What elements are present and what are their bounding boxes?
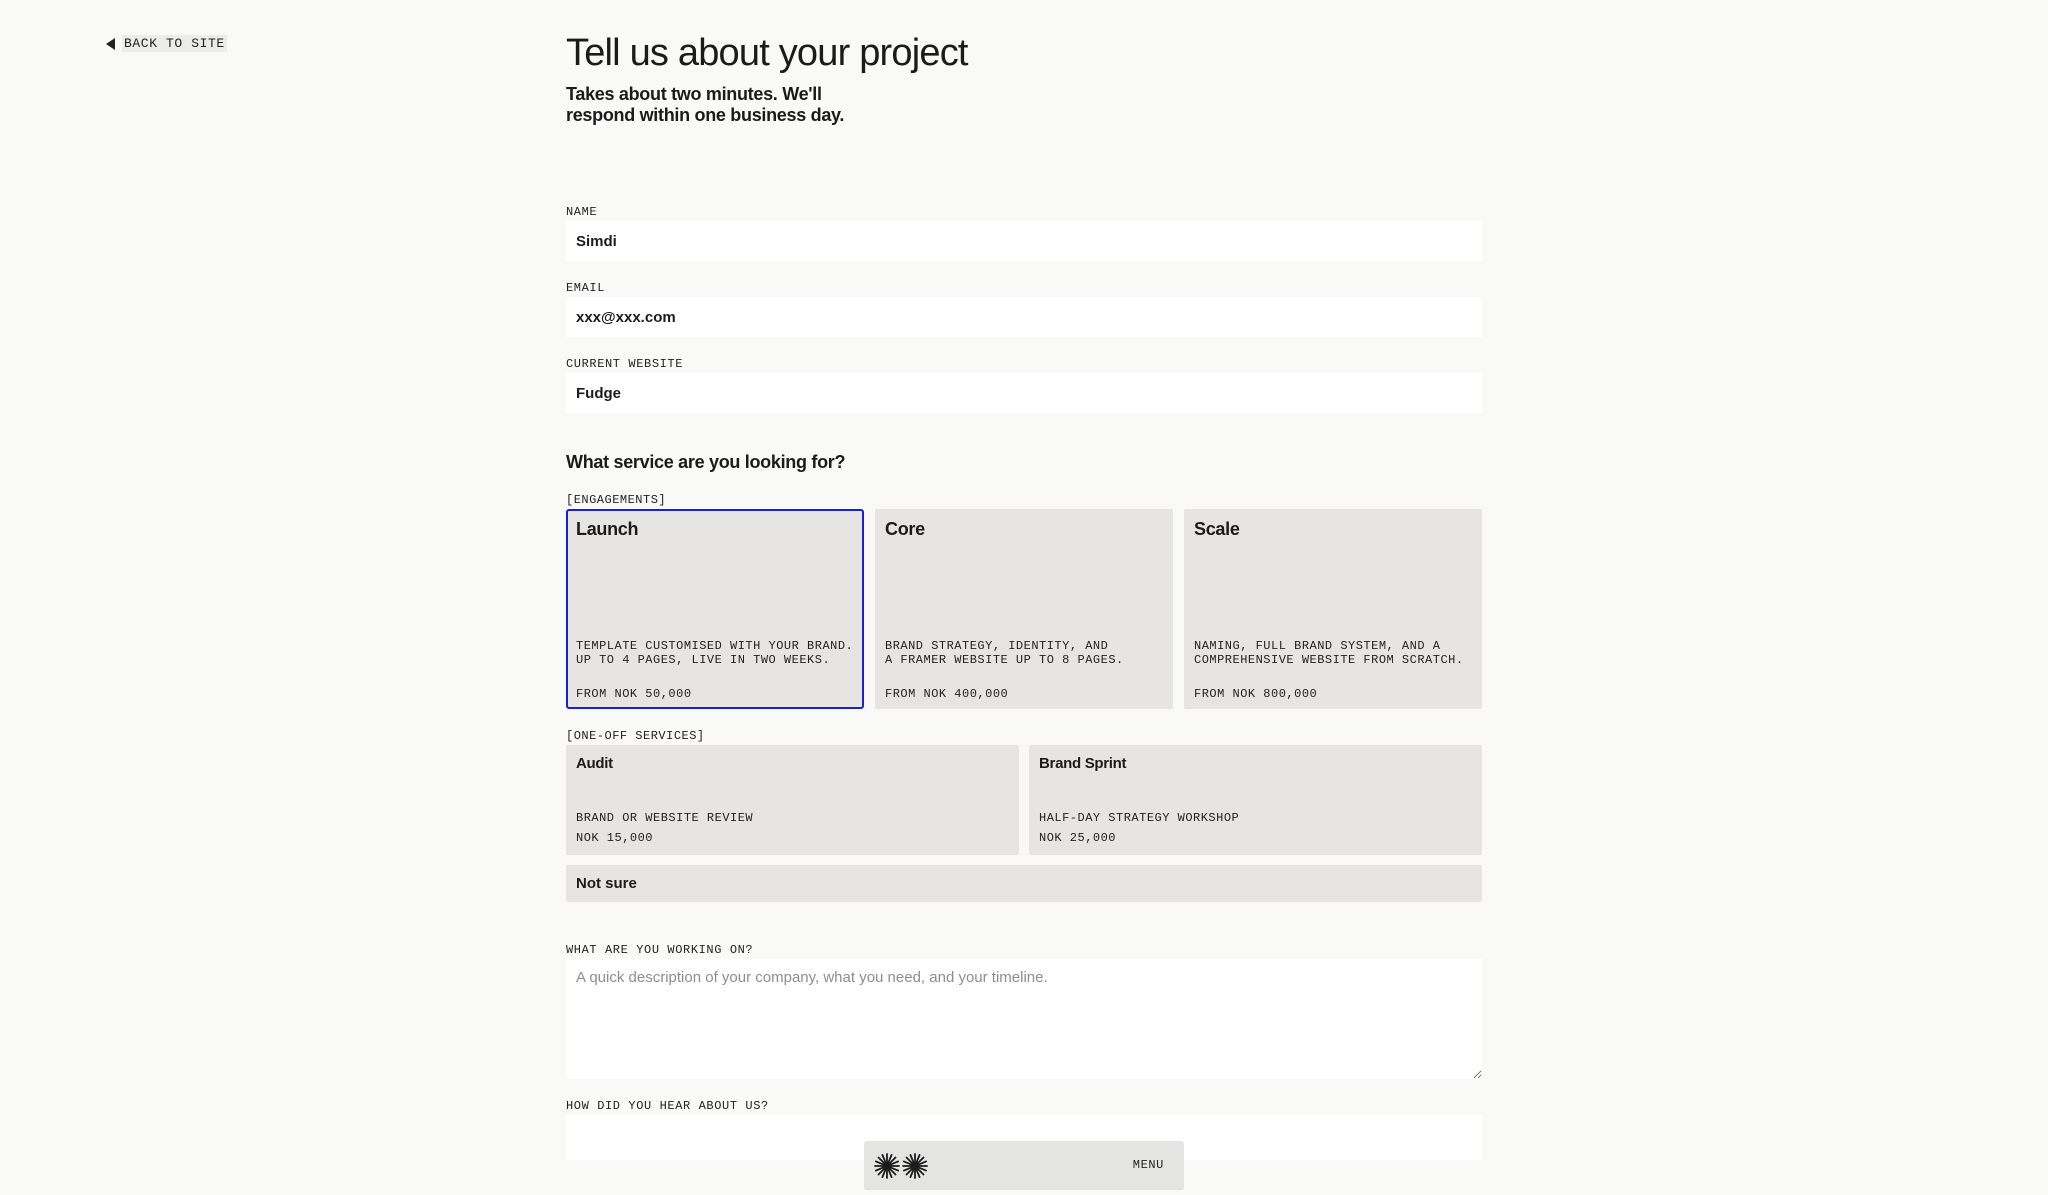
- bottom-nav-bar: MENU: [864, 1141, 1184, 1190]
- oneoff-card-audit[interactable]: Audit BRAND OR WEBSITE REVIEW NOK 15,000: [566, 745, 1019, 855]
- card-price: FROM NOK 800,000: [1194, 687, 1318, 701]
- engagements-label: [ENGAGEMENTS]: [566, 493, 667, 507]
- not-sure-option[interactable]: Not sure: [566, 865, 1482, 902]
- card-description: BRAND STRATEGY, IDENTITY, AND A FRAMER W…: [885, 639, 1124, 667]
- back-arrow-icon: [106, 37, 115, 50]
- referral-label: HOW DID YOU HEAR ABOUT US?: [566, 1099, 769, 1113]
- card-price: FROM NOK 50,000: [576, 687, 692, 701]
- card-description: BRAND OR WEBSITE REVIEW: [576, 811, 754, 825]
- oneoff-services-label: [ONE-OFF SERVICES]: [566, 729, 705, 743]
- service-heading: What service are you looking for?: [566, 452, 846, 472]
- card-title: Audit: [576, 755, 613, 772]
- sunburst-icon-left: [874, 1153, 900, 1179]
- page-title: Tell us about your project: [566, 32, 968, 74]
- project-description-textarea[interactable]: [566, 959, 1482, 1079]
- card-title: Launch: [576, 519, 639, 539]
- card-description: HALF-DAY STRATEGY WORKSHOP: [1039, 811, 1240, 825]
- card-description: TEMPLATE CUSTOMISED WITH YOUR BRAND. UP …: [576, 639, 854, 667]
- engagement-card-launch[interactable]: Launch TEMPLATE CUSTOMISED WITH YOUR BRA…: [566, 509, 864, 709]
- card-price: NOK 25,000: [1039, 831, 1117, 845]
- email-input[interactable]: [566, 297, 1482, 337]
- card-price: FROM NOK 400,000: [885, 687, 1009, 701]
- project-description-label: WHAT ARE YOU WORKING ON?: [566, 943, 754, 957]
- engagement-card-core[interactable]: Core BRAND STRATEGY, IDENTITY, AND A FRA…: [875, 509, 1173, 709]
- email-label: EMAIL: [566, 281, 606, 295]
- card-title: Brand Sprint: [1039, 755, 1127, 772]
- card-title: Scale: [1194, 519, 1240, 539]
- website-label: CURRENT WEBSITE: [566, 357, 684, 371]
- sunburst-icon[interactable]: [874, 1153, 928, 1179]
- back-to-site-link[interactable]: BACK TO SITE: [106, 35, 227, 52]
- website-input[interactable]: [566, 373, 1482, 413]
- card-description: NAMING, FULL BRAND SYSTEM, AND A COMPREH…: [1194, 639, 1464, 667]
- oneoff-card-brand-sprint[interactable]: Brand Sprint HALF-DAY STRATEGY WORKSHOP …: [1029, 745, 1482, 855]
- engagement-card-scale[interactable]: Scale NAMING, FULL BRAND SYSTEM, AND A C…: [1184, 509, 1482, 709]
- card-title: Core: [885, 519, 925, 539]
- page-subtitle: Takes about two minutes. We'll respond w…: [566, 84, 845, 125]
- not-sure-label: Not sure: [576, 875, 637, 892]
- menu-button[interactable]: MENU: [1133, 1158, 1164, 1172]
- card-price: NOK 15,000: [576, 831, 654, 845]
- name-label: NAME: [566, 205, 598, 219]
- sunburst-icon-right: [902, 1153, 928, 1179]
- back-to-site-label: BACK TO SITE: [122, 35, 227, 52]
- name-input[interactable]: [566, 221, 1482, 261]
